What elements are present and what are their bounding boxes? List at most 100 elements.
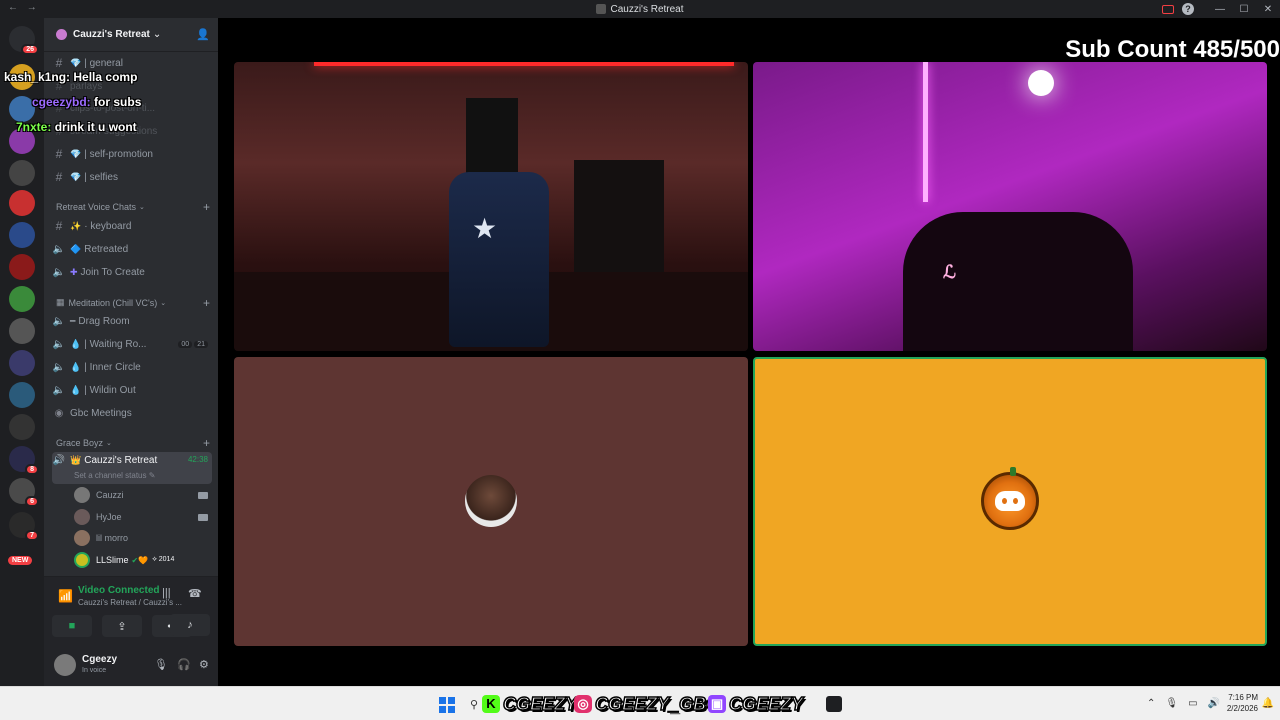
new-badge[interactable]: NEW: [8, 556, 33, 565]
user-limit-count: 21: [194, 340, 208, 348]
server-icon: [596, 4, 607, 14]
disconnect-icon[interactable]: ☎: [188, 587, 202, 600]
noise-suppression-icon[interactable]: |||: [162, 587, 171, 599]
taskbar-app-icon[interactable]: [826, 696, 842, 712]
chevron-down-icon: ⌄: [106, 440, 112, 447]
pumpkin-stem: [1010, 467, 1016, 476]
voice-member[interactable]: HyJoe: [74, 507, 208, 527]
server-icon-10[interactable]: [9, 350, 35, 376]
server-icon-8[interactable]: [9, 286, 35, 312]
signal-icon[interactable]: 📶: [58, 589, 73, 603]
server-icon-12[interactable]: [9, 414, 35, 440]
microphone-icon[interactable]: 🎙: [154, 658, 168, 671]
user-name[interactable]: Cgeezy: [82, 654, 117, 665]
chat-text: Hella comp: [73, 70, 138, 84]
camera-button[interactable]: ■: [52, 615, 92, 637]
chevron-up-icon[interactable]: ⌃: [1147, 698, 1155, 709]
member-name: LLSlime: [96, 555, 129, 565]
hash-icon: #: [55, 147, 63, 161]
gaming-chair: [449, 172, 549, 347]
handle-text: CGEEZY: [502, 693, 578, 715]
clock-date: 2/2/2026: [1226, 704, 1258, 713]
volume-icon[interactable]: 🔊: [1208, 698, 1220, 709]
channel-emoji-icon: 💎: [70, 171, 82, 182]
channel-label: Retreated: [84, 243, 129, 255]
channel-label: | Wildin Out: [84, 384, 136, 396]
add-channel-icon[interactable]: +: [203, 296, 210, 310]
headset-icon[interactable]: 🎧: [177, 658, 191, 671]
wall-poster: [466, 98, 518, 178]
microphone-icon[interactable]: 🎙: [1165, 698, 1178, 709]
server-icon-14[interactable]: 6: [9, 478, 39, 507]
avatar[interactable]: [54, 654, 76, 676]
server-icon-4[interactable]: [9, 160, 35, 186]
verified-icon: ✔: [131, 555, 139, 565]
category-label: Meditation (Chill VC's): [68, 297, 158, 308]
channel-waiting-room[interactable]: 🔈 💧 | Waiting Ro... 00 21: [52, 334, 212, 354]
channel-self-promotion[interactable]: # 💎 | self-promotion: [52, 144, 212, 164]
add-channel-icon[interactable]: +: [203, 436, 210, 450]
minimize-button[interactable]: —: [1208, 4, 1232, 15]
video-tile-2[interactable]: ℒ: [753, 62, 1267, 351]
channel-label: Gbc Meetings: [70, 407, 132, 419]
server-icon-9[interactable]: [9, 318, 35, 344]
avatar: [74, 487, 90, 503]
server-icon-11[interactable]: [9, 382, 35, 408]
dm-home-icon[interactable]: 26: [9, 26, 39, 55]
chat-message: kash_k1ng: Hella comp: [4, 70, 137, 84]
channel-emoji-icon: 💎: [70, 57, 82, 68]
search-icon[interactable]: ⚲: [470, 698, 478, 711]
server-icon-5[interactable]: [9, 190, 35, 216]
channel-status-hint[interactable]: Set a channel status ✎: [74, 471, 155, 480]
notification-bell-icon[interactable]: 🔔: [1262, 698, 1274, 709]
channel-join-to-create[interactable]: 🔈 ✚ Join To Create: [52, 262, 212, 282]
voice-status-title[interactable]: Video Connected: [78, 585, 160, 596]
channel-retreated[interactable]: 🔈 🔷 Retreated: [52, 239, 212, 259]
channel-drag-room[interactable]: 🔈 ━ Drag Room: [52, 311, 212, 331]
inbox-icon[interactable]: [1162, 4, 1174, 14]
soundboard-button[interactable]: ♪: [170, 614, 210, 636]
server-rail: 26 8 6 7 NEW: [0, 18, 44, 686]
user-status: In voice: [82, 667, 107, 674]
gear-icon[interactable]: ⚙: [199, 658, 209, 671]
server-icon-15[interactable]: 7: [9, 512, 39, 541]
member-name: HyJoe: [96, 512, 122, 522]
server-badge: 7: [25, 530, 39, 541]
network-icon[interactable]: ▭: [1188, 698, 1197, 709]
channel-keyboard[interactable]: # ✨ · keyboard: [52, 216, 212, 236]
voice-member[interactable]: LLSlime ✔ 🧡 ⟡ 2014: [74, 550, 208, 570]
speaker-icon: 🔈: [52, 315, 66, 327]
maximize-button[interactable]: ☐: [1232, 4, 1256, 15]
video-tile-3[interactable]: [234, 357, 748, 646]
channel-label: Drag Room: [78, 315, 130, 327]
channel-wildin-out[interactable]: 🔈 💧 | Wildin Out: [52, 380, 212, 400]
category-meditation[interactable]: ▦ Meditation (Chill VC's) ⌄ +: [56, 296, 210, 310]
video-tile-1[interactable]: ★: [234, 62, 748, 351]
windows-start-icon[interactable]: [439, 697, 455, 713]
help-icon[interactable]: ?: [1182, 3, 1194, 15]
sub-count-overlay: Sub Count 485/500: [1065, 36, 1280, 63]
invite-people-icon[interactable]: 👤: [196, 28, 210, 41]
window-title: Cauzzi's Retreat: [0, 4, 1280, 15]
category-retreat-voice[interactable]: Retreat Voice Chats ⌄ +: [56, 200, 210, 214]
channel-selfies[interactable]: # 💎 | selfies: [52, 167, 212, 187]
speaker-icon: 🔈: [52, 338, 66, 350]
discord-logo-icon: [995, 491, 1025, 511]
server-icon-7[interactable]: [9, 254, 35, 280]
voice-status-subtitle[interactable]: Cauzzi's Retreat / Cauzzi's ...: [78, 598, 182, 607]
video-tile-4-speaking[interactable]: [753, 357, 1267, 646]
channel-gbc-meetings[interactable]: ◉ Gbc Meetings: [52, 403, 212, 423]
channel-emoji-icon: 💧: [70, 361, 82, 372]
server-icon-13[interactable]: 8: [9, 446, 39, 475]
voice-member[interactable]: lil morro: [74, 528, 208, 548]
add-channel-icon[interactable]: +: [203, 200, 210, 214]
server-header[interactable]: Cauzzi's Retreat ⌄ 👤: [44, 18, 218, 52]
chat-username: kash_k1ng:: [4, 70, 71, 84]
category-grace-boyz[interactable]: Grace Boyz ⌄ +: [56, 436, 210, 450]
close-button[interactable]: ✕: [1256, 4, 1280, 15]
screenshare-button[interactable]: ⇪: [102, 615, 142, 637]
channel-inner-circle[interactable]: 🔈 💧 | Inner Circle: [52, 357, 212, 377]
voice-member[interactable]: Cauzzi: [74, 485, 208, 505]
server-icon-6[interactable]: [9, 222, 35, 248]
system-clock[interactable]: 7:16 PM 2/2/2026: [1227, 692, 1258, 714]
